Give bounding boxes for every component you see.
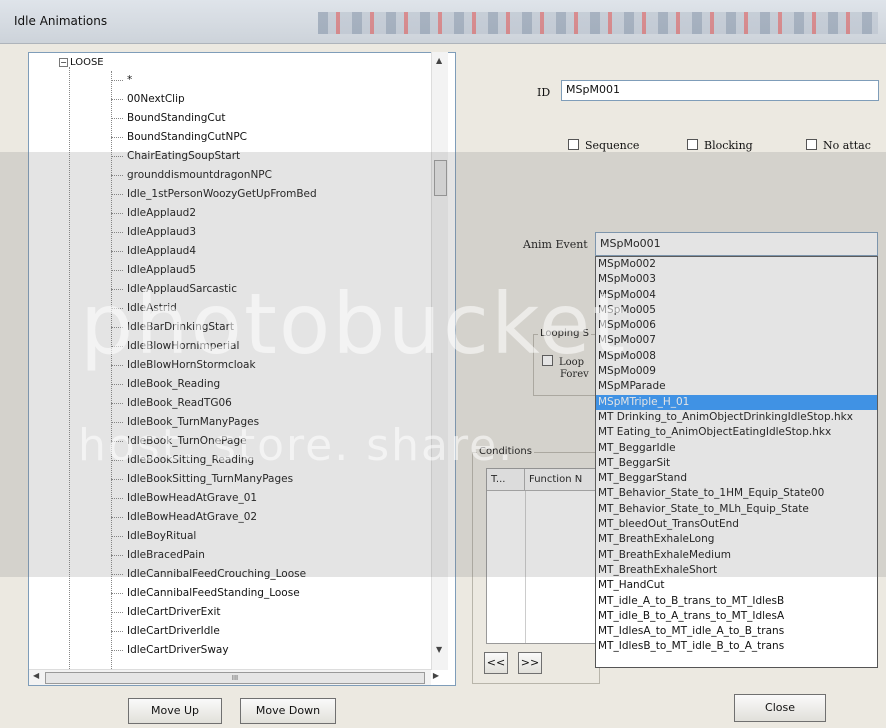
looping-group-title: Looping S xyxy=(538,328,591,339)
dropdown-option[interactable]: MSpMTriple_H_01 xyxy=(596,394,877,410)
dropdown-option[interactable]: MT_Behavior_State_to_1HM_Equip_State00 xyxy=(596,486,877,501)
dropdown-option[interactable]: MSpMo006 xyxy=(596,318,877,333)
tree-item[interactable]: grounddismountdragonNPC xyxy=(111,166,317,185)
dropdown-option[interactable]: MT_bleedOut_TransOutEnd xyxy=(596,517,877,532)
dropdown-option[interactable]: MSpMo009 xyxy=(596,364,877,379)
tree-item[interactable]: IdleBowHeadAtGrave_01 xyxy=(111,489,317,508)
tree-item[interactable]: IdleApplaud4 xyxy=(111,242,317,261)
tree-root-node[interactable]: − LOOSE xyxy=(59,57,104,68)
dropdown-option[interactable]: MT_idle_A_to_B_trans_to_MT_IdlesB xyxy=(596,594,877,609)
tree-vertical-scrollbar[interactable]: ▲ ▼ xyxy=(431,52,448,670)
id-label: ID xyxy=(537,86,551,99)
tree-item[interactable]: IdleApplaud3 xyxy=(111,223,317,242)
dropdown-option[interactable]: MSpMo002 xyxy=(596,257,877,272)
tree-horizontal-scrollbar[interactable]: ◀ III ▶ xyxy=(29,669,439,685)
dropdown-option[interactable]: MSpMo007 xyxy=(596,333,877,348)
move-up-button[interactable]: Move Up xyxy=(128,698,222,724)
dropdown-option[interactable]: MT_BeggarIdle xyxy=(596,441,877,456)
taskbar-icons xyxy=(318,12,878,34)
tree-item[interactable]: IdleCannibalFeedCrouching_Loose xyxy=(111,565,317,584)
conditions-group-title: Conditions xyxy=(477,446,534,457)
dropdown-option[interactable]: MSpMo003 xyxy=(596,272,877,287)
forever-label: Forev xyxy=(560,369,589,380)
dropdown-option[interactable]: MT_IdlesB_to_MT_idle_B_to_A_trans xyxy=(596,639,877,654)
tree-item[interactable]: IdleCartDriverIdle xyxy=(111,622,317,641)
tree-item[interactable]: BoundStandingCut xyxy=(111,109,317,128)
sequence-checkbox[interactable]: Sequence xyxy=(568,139,639,152)
dropdown-option[interactable]: MSpMParade xyxy=(596,379,877,394)
tree-item[interactable]: IdleBlowHornImperial xyxy=(111,337,317,356)
anim-event-combo[interactable]: MSpMo001 xyxy=(595,232,878,256)
dropdown-option[interactable]: MT_Behavior_State_to_MLh_Equip_State xyxy=(596,502,877,517)
window-title: Idle Animations xyxy=(14,14,108,28)
anim-event-dropdown-list[interactable]: MSpMo002 MSpMo003 MSpMo004 MSpMo005 MSpMo006… xyxy=(595,256,878,668)
title-bar: Idle Animations xyxy=(0,0,886,44)
close-button[interactable]: Close xyxy=(734,694,826,722)
tree-item[interactable]: IdleApplaud2 xyxy=(111,204,317,223)
blocking-checkbox[interactable]: Blocking xyxy=(687,139,753,152)
dropdown-option[interactable]: MT_BeggarStand xyxy=(596,471,877,486)
tree-item[interactable]: IdleApplaudSarcastic xyxy=(111,280,317,299)
prev-button[interactable]: << xyxy=(484,652,508,674)
tree-item[interactable]: 00NextClip xyxy=(111,90,317,109)
animation-tree[interactable]: − LOOSE * 00NextClip BoundStandingCut BoundS… xyxy=(28,52,456,686)
tree-item[interactable]: IdleBlowHornStormcloak xyxy=(111,356,317,375)
tree-item[interactable]: IdleBookSitting_Reading xyxy=(111,451,317,470)
tree-item[interactable]: BoundStandingCutNPC xyxy=(111,128,317,147)
tree-item[interactable]: IdleCartDriverSway xyxy=(111,641,317,660)
scroll-up-icon[interactable]: ▲ xyxy=(436,56,442,65)
tree-items: * 00NextClip BoundStandingCut BoundStanding… xyxy=(111,71,317,660)
scroll-right-icon[interactable]: ▶ xyxy=(433,671,439,680)
tree-item[interactable]: IdleBarDrinkingStart xyxy=(111,318,317,337)
dropdown-option[interactable]: MT_HandCut xyxy=(596,578,877,593)
dropdown-option[interactable]: MT_BreathExhaleShort xyxy=(596,563,877,578)
scroll-thumb[interactable] xyxy=(434,160,447,196)
column-header-function[interactable]: Function N xyxy=(525,469,595,491)
tree-item[interactable]: IdleBowHeadAtGrave_02 xyxy=(111,508,317,527)
next-button[interactable]: >> xyxy=(518,652,542,674)
dropdown-option[interactable]: MT_IdlesA_to_MT_idle_A_to_B_trans xyxy=(596,624,877,639)
dropdown-option[interactable]: MT Eating_to_AnimObjectEatingIdleStop.hk… xyxy=(596,425,877,440)
tree-item[interactable]: IdleBook_TurnOnePage xyxy=(111,432,317,451)
tree-item[interactable]: IdleAstrid xyxy=(111,299,317,318)
dropdown-option[interactable]: MSpMo004 xyxy=(596,288,877,303)
collapse-icon[interactable]: − xyxy=(59,58,68,67)
tree-item[interactable]: IdleBook_Reading xyxy=(111,375,317,394)
tree-item[interactable]: ChairEatingSoupStart xyxy=(111,147,317,166)
scroll-left-icon[interactable]: ◀ xyxy=(33,671,39,680)
tree-item[interactable]: IdleCannibalFeedStanding_Loose xyxy=(111,584,317,603)
move-down-button[interactable]: Move Down xyxy=(240,698,336,724)
anim-event-label: Anim Event xyxy=(523,238,588,251)
scroll-down-icon[interactable]: ▼ xyxy=(436,645,442,654)
dropdown-option[interactable]: MT_BreathExhaleLong xyxy=(596,532,877,547)
tree-item[interactable]: IdleBookSitting_TurnManyPages xyxy=(111,470,317,489)
scroll-thumb-h[interactable]: III xyxy=(45,672,425,684)
tree-item[interactable]: IdleBook_TurnManyPages xyxy=(111,413,317,432)
tree-item[interactable]: Idle_1stPersonWoozyGetUpFromBed xyxy=(111,185,317,204)
dropdown-option[interactable]: MT Drinking_to_AnimObjectDrinkingIdleSto… xyxy=(596,410,877,425)
dropdown-option[interactable]: MT_BreathExhaleMedium xyxy=(596,548,877,563)
tree-item[interactable]: IdleCartDriverExit xyxy=(111,603,317,622)
column-header-t[interactable]: T... xyxy=(487,469,525,491)
tree-item[interactable]: IdleBoyRitual xyxy=(111,527,317,546)
id-input[interactable]: MSpM001 xyxy=(561,80,879,101)
dropdown-option[interactable]: MSpMo008 xyxy=(596,349,877,364)
tree-item[interactable]: IdleApplaud5 xyxy=(111,261,317,280)
dropdown-option[interactable]: MT_BeggarSit xyxy=(596,456,877,471)
loop-checkbox[interactable]: Loop xyxy=(542,355,584,368)
dropdown-option[interactable]: MT_idle_B_to_A_trans_to_MT_IdlesA xyxy=(596,609,877,624)
tree-item[interactable]: IdleBook_ReadTG06 xyxy=(111,394,317,413)
tree-root-label: LOOSE xyxy=(70,57,104,68)
tree-item[interactable]: IdleBracedPain xyxy=(111,546,317,565)
conditions-table[interactable]: T... Function N xyxy=(486,468,596,644)
looping-group: Looping S Loop Forev xyxy=(533,328,603,396)
dropdown-option[interactable]: MSpMo005 xyxy=(596,303,877,318)
tree-item[interactable]: * xyxy=(111,71,317,90)
no-attack-checkbox[interactable]: No attac xyxy=(806,139,871,152)
